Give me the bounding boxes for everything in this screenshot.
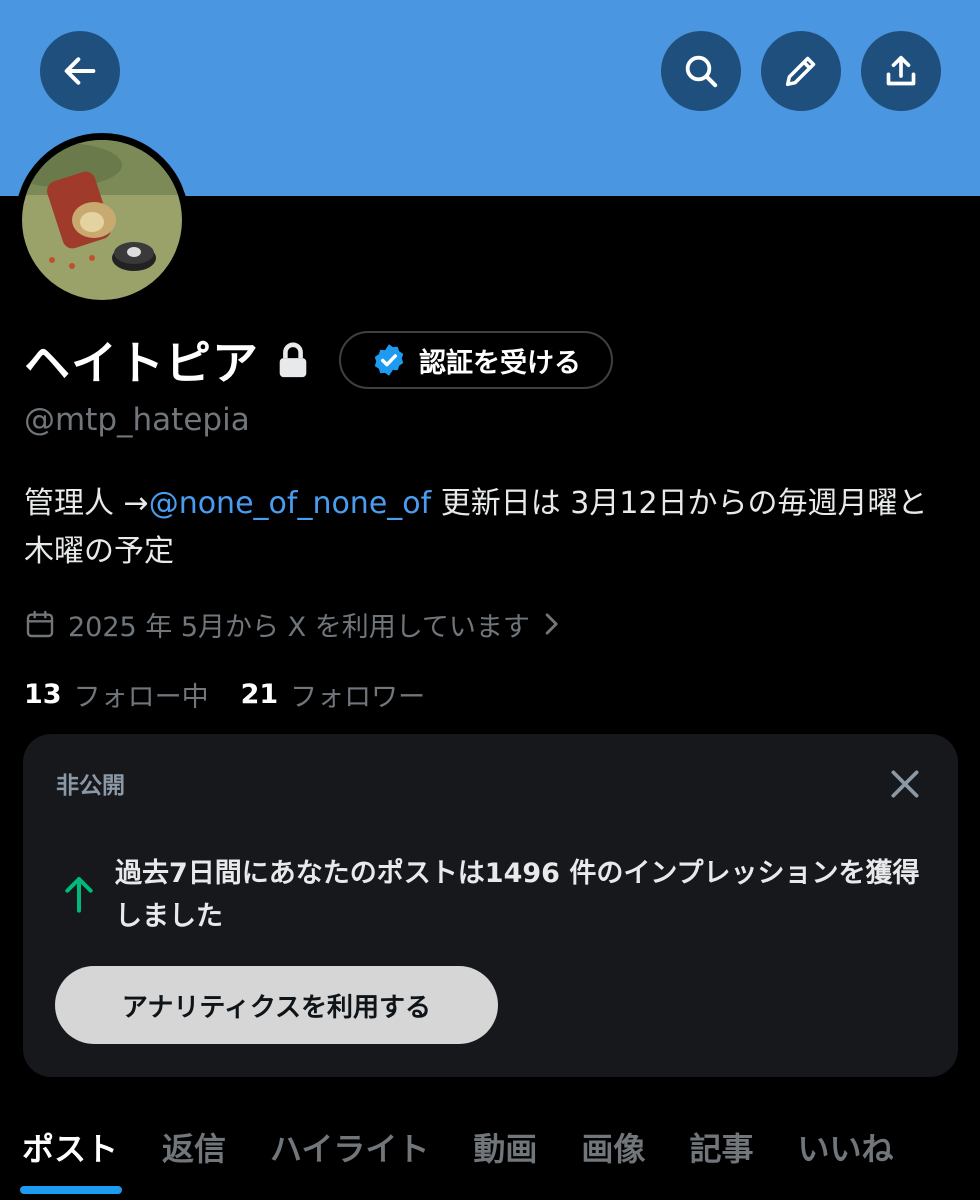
edit-profile-button[interactable]: [761, 31, 841, 111]
tab-photos[interactable]: 画像: [559, 1112, 667, 1182]
close-icon[interactable]: [885, 764, 925, 804]
tab-posts[interactable]: ポスト: [0, 1112, 140, 1194]
tab-likes[interactable]: いいね: [775, 1112, 915, 1182]
username-handle: @mtp_hatepia: [24, 402, 250, 438]
get-verified-label: 認証を受ける: [419, 347, 581, 379]
arrow-left-icon: [64, 57, 96, 85]
following-label[interactable]: フォロー中: [74, 675, 209, 714]
tab-highlights[interactable]: ハイライト: [248, 1112, 451, 1182]
card-title: 非公開: [56, 773, 125, 799]
impressions-message: 過去7日間にあなたのポストは1496 件のインプレッションを獲得しました: [115, 858, 920, 932]
analytics-button[interactable]: アナリティクスを利用する: [55, 966, 498, 1044]
bio-mention-link[interactable]: @none_of_none_of: [149, 486, 432, 521]
profile-bio: 管理人 →@none_of_none_of 更新日は 3月12日からの毎週月曜と…: [24, 480, 954, 576]
verified-badge-icon: [374, 344, 404, 376]
back-button[interactable]: [40, 31, 120, 111]
chevron-right-icon: [545, 613, 558, 635]
pencil-icon: [785, 56, 816, 87]
bio-text: 管理人 →: [24, 486, 149, 521]
get-verified-button[interactable]: 認証を受ける: [339, 331, 613, 389]
lock-icon: [279, 342, 307, 378]
calendar-icon: [26, 610, 54, 638]
followers-label[interactable]: フォロワー: [290, 675, 425, 714]
display-name: ヘイトピア: [24, 336, 259, 390]
arrow-up-icon: [65, 877, 93, 913]
joined-date-label: 2025 年 5月から X を利用しています: [68, 611, 530, 643]
tab-videos[interactable]: 動画: [451, 1112, 559, 1182]
following-count[interactable]: 13: [24, 679, 62, 710]
analytics-card: 非公開 過去7日間にあなたのポストは1496 件のインプレッションを獲得しました…: [23, 734, 958, 1077]
search-button[interactable]: [661, 31, 741, 111]
profile-tabs: ポスト 返信 ハイライト 動画 画像 記事 いいね: [0, 1112, 980, 1200]
name-row: ヘイトピア 認証を受ける: [24, 330, 613, 390]
avatar-image: [22, 140, 182, 300]
search-icon: [685, 55, 718, 88]
followers-count[interactable]: 21: [241, 679, 279, 710]
share-button[interactable]: [861, 31, 941, 111]
joined-date[interactable]: 2025 年 5月から X を利用しています: [24, 604, 562, 644]
follow-stats: 13 フォロー中 21 フォロワー: [24, 672, 457, 716]
tab-articles[interactable]: 記事: [667, 1112, 775, 1182]
avatar[interactable]: [15, 133, 189, 307]
tab-replies[interactable]: 返信: [140, 1112, 248, 1182]
share-icon: [886, 55, 916, 86]
